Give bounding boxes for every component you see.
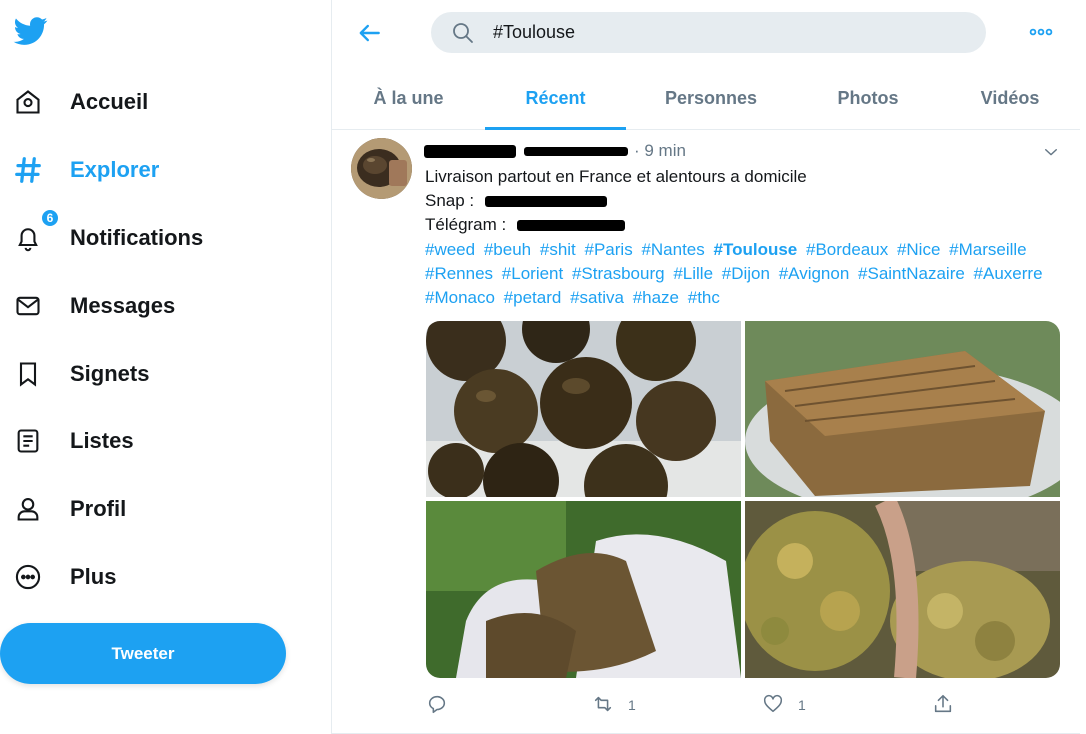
search-input[interactable] bbox=[493, 12, 963, 53]
tab-photos[interactable]: Photos bbox=[795, 66, 941, 130]
like-button[interactable]: 1 bbox=[762, 693, 806, 717]
tweet-header: · 9 min bbox=[424, 141, 686, 161]
hashtag-link[interactable]: #Avignon bbox=[779, 264, 850, 283]
hashtag-link[interactable]: #sativa bbox=[570, 288, 624, 307]
hashtag-link[interactable]: #Rennes bbox=[425, 264, 493, 283]
retweet-count: 1 bbox=[628, 697, 636, 713]
sidebar-item-plus[interactable]: Plus bbox=[0, 551, 140, 603]
tweet-telegram-line: Télégram : bbox=[425, 214, 625, 236]
tweet-hashtags: #weed #beuh #shit #Paris #Nantes #Toulou… bbox=[425, 238, 1065, 310]
sidebar-item-label: Listes bbox=[70, 428, 134, 453]
hashtag-link[interactable]: #thc bbox=[688, 288, 720, 307]
chevron-down-icon[interactable] bbox=[1040, 141, 1062, 163]
hashtag-link[interactable]: #weed bbox=[425, 240, 475, 259]
sidebar-item-profil[interactable]: Profil bbox=[0, 483, 160, 535]
hashtag-link[interactable]: #petard bbox=[504, 288, 562, 307]
redacted-display-name bbox=[424, 144, 516, 158]
hashtag-link[interactable]: #Auxerre bbox=[974, 264, 1043, 283]
sidebar-item-label: Signets bbox=[70, 361, 150, 386]
sidebar-item-label: Accueil bbox=[70, 89, 149, 114]
avatar[interactable] bbox=[351, 138, 412, 199]
sidebar-item-label: Profil bbox=[70, 496, 127, 521]
hashtag-link[interactable]: #Monaco bbox=[425, 288, 495, 307]
search-bar bbox=[431, 12, 986, 53]
share-button[interactable] bbox=[932, 693, 954, 717]
envelope-icon bbox=[12, 290, 44, 322]
sidebar-item-label: Explorer bbox=[70, 157, 160, 182]
more-circle-icon bbox=[12, 561, 44, 593]
reply-icon bbox=[426, 693, 448, 718]
sidebar: Accueil Explorer 6 Notifications Message… bbox=[0, 0, 332, 734]
tweet-text-line: Livraison partout en France et alentours… bbox=[425, 167, 807, 186]
hashtag-link[interactable]: #Marseille bbox=[949, 240, 1026, 259]
media-photo-3[interactable] bbox=[426, 501, 741, 678]
tweet-timestamp[interactable]: · 9 min bbox=[634, 141, 686, 161]
back-arrow-icon[interactable] bbox=[354, 18, 386, 48]
tweet-snap-line: Snap : bbox=[425, 190, 607, 212]
media-photo-1[interactable] bbox=[426, 321, 741, 497]
home-icon bbox=[12, 86, 44, 118]
hashtag-link[interactable]: #Toulouse bbox=[714, 240, 798, 259]
hashtag-link[interactable]: #haze bbox=[633, 288, 679, 307]
list-icon bbox=[12, 425, 44, 457]
bookmark-icon bbox=[12, 358, 44, 390]
tab-recent[interactable]: Récent bbox=[485, 66, 626, 130]
tweet-actions: 1 1 bbox=[426, 693, 966, 717]
retweet-button[interactable]: 1 bbox=[592, 693, 636, 717]
like-count: 1 bbox=[798, 697, 806, 713]
search-tabs: À la une Récent Personnes Photos Vidéos bbox=[332, 66, 1080, 130]
active-tab-indicator bbox=[485, 127, 626, 130]
main-column: À la une Récent Personnes Photos Vidéos … bbox=[332, 0, 1086, 734]
share-icon bbox=[932, 693, 954, 718]
hashtag-link[interactable]: #Dijon bbox=[722, 264, 770, 283]
sidebar-item-notifications[interactable]: 6 Notifications bbox=[0, 208, 220, 264]
reply-button[interactable] bbox=[426, 693, 448, 717]
sidebar-item-signets[interactable]: Signets bbox=[0, 348, 170, 400]
tweet-media-grid bbox=[426, 321, 1060, 678]
hashtag-link[interactable]: #Nice bbox=[897, 240, 940, 259]
redacted-telegram-handle bbox=[516, 220, 625, 232]
twitter-logo-icon[interactable] bbox=[12, 14, 50, 48]
hashtag-link[interactable]: #shit bbox=[540, 240, 576, 259]
sidebar-item-label: Messages bbox=[70, 293, 176, 318]
tab-personnes[interactable]: Personnes bbox=[638, 66, 784, 130]
hashtag-link[interactable]: #SaintNazaire bbox=[858, 264, 965, 283]
hashtag-link[interactable]: #Lorient bbox=[502, 264, 563, 283]
hashtag-link[interactable]: #Lille bbox=[673, 264, 713, 283]
bell-icon: 6 bbox=[12, 208, 60, 254]
redacted-snap-handle bbox=[484, 196, 607, 208]
hashtag-link[interactable]: #beuh bbox=[484, 240, 531, 259]
heart-icon bbox=[762, 693, 784, 718]
hashtag-icon bbox=[12, 154, 44, 186]
sidebar-item-messages[interactable]: Messages bbox=[0, 280, 190, 332]
media-photo-2[interactable] bbox=[745, 321, 1060, 497]
sidebar-item-accueil[interactable]: Accueil bbox=[0, 76, 170, 128]
tab-a-la-une[interactable]: À la une bbox=[337, 66, 480, 130]
search-header bbox=[332, 0, 1080, 64]
retweet-icon bbox=[592, 693, 614, 718]
tweet-button[interactable]: Tweeter bbox=[0, 623, 286, 684]
sidebar-item-label: Plus bbox=[70, 564, 117, 589]
person-icon bbox=[12, 493, 44, 525]
notification-badge: 6 bbox=[40, 208, 60, 228]
hashtag-link[interactable]: #Bordeaux bbox=[806, 240, 888, 259]
sidebar-item-label: Notifications bbox=[70, 225, 204, 250]
hashtag-link[interactable]: #Strasbourg bbox=[572, 264, 665, 283]
more-options-icon[interactable] bbox=[1026, 20, 1056, 44]
hashtag-link[interactable]: #Nantes bbox=[641, 240, 704, 259]
tweet-card[interactable]: · 9 min Livraison partout en France et a… bbox=[332, 131, 1080, 734]
redacted-username bbox=[524, 146, 628, 156]
tab-videos[interactable]: Vidéos bbox=[940, 66, 1080, 130]
search-icon bbox=[451, 21, 475, 45]
snap-label: Snap : bbox=[425, 191, 475, 210]
telegram-label: Télégram : bbox=[425, 215, 507, 234]
sidebar-item-listes[interactable]: Listes bbox=[0, 415, 160, 467]
sidebar-item-explorer[interactable]: Explorer bbox=[0, 144, 170, 196]
hashtag-link[interactable]: #Paris bbox=[585, 240, 633, 259]
media-photo-4[interactable] bbox=[745, 501, 1060, 678]
